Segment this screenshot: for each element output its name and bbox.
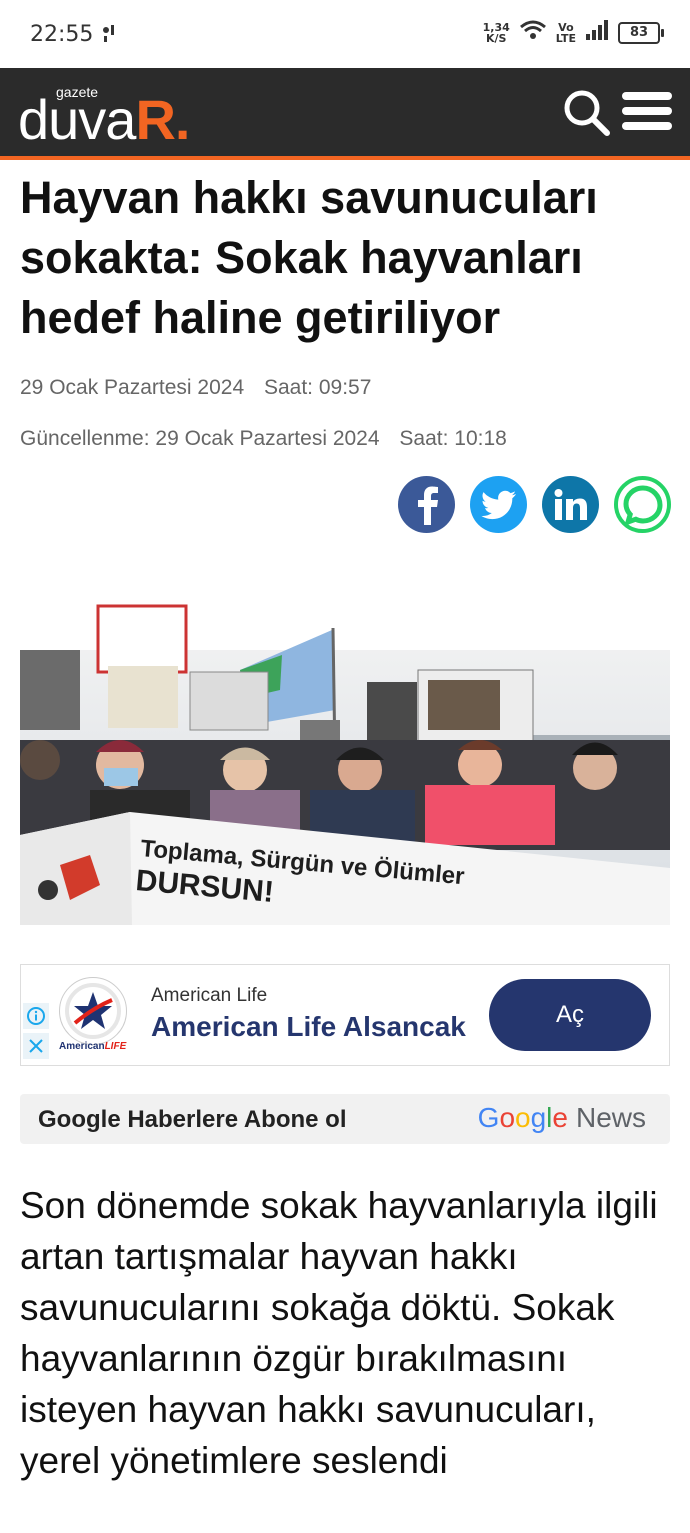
status-time: 22:55 [30, 22, 94, 47]
update-date: Güncellenme: 29 Ocak Pazartesi 2024 Saat… [20, 427, 507, 451]
twitter-icon [480, 490, 516, 519]
network-speed: 1,34 K/S [482, 20, 510, 45]
share-whatsapp-button[interactable] [614, 476, 671, 533]
wifi-icon [519, 20, 546, 45]
ad-logo [59, 977, 127, 1045]
battery-indicator: 83 [618, 21, 664, 44]
logo-wordmark: duvaR. [18, 88, 190, 151]
google-news-logo: Google News [477, 1102, 646, 1133]
notification-icon [100, 22, 120, 50]
update-date-text: Güncellenme: 29 Ocak Pazartesi 2024 [20, 427, 380, 450]
share-facebook-button[interactable] [398, 476, 455, 533]
ad-brand: American Life [151, 985, 268, 1006]
google-news-label: Google Haberlere Abone ol [38, 1106, 347, 1133]
linkedin-icon [554, 488, 587, 520]
publish-time-text: Saat: 09:57 [263, 376, 372, 399]
ad-headline[interactable]: American Life Alsancak [151, 1011, 466, 1043]
ad-open-button[interactable]: Aç [489, 979, 651, 1051]
ad-logo-text: AmericanLIFE [59, 1041, 127, 1052]
google-news-subscribe[interactable]: Google Haberlere Abone ol Google News [20, 1094, 670, 1144]
signal-icon [586, 20, 608, 45]
article-lead: Son dönemde sokak hayvanlarıyla ilgili a… [20, 1185, 658, 1481]
whatsapp-icon [622, 484, 663, 526]
article-title: Hayvan hakkı savunucuları sokakta: Sokak… [20, 172, 598, 343]
publish-date: 29 Ocak Pazartesi 2024 Saat: 09:57 [20, 376, 371, 400]
publish-date-text: 29 Ocak Pazartesi 2024 [20, 376, 245, 399]
ad-close-icon[interactable] [23, 1033, 49, 1059]
site-header: gazete duvaR. [0, 68, 690, 160]
menu-icon[interactable] [622, 92, 672, 136]
search-icon[interactable] [562, 88, 612, 138]
volte-indicator: Vo LTE [555, 20, 576, 45]
ad-info-icon[interactable] [23, 1003, 49, 1029]
article-photo: Toplama, Sürgün ve Ölümler DURSUN! [20, 600, 670, 925]
share-linkedin-button[interactable] [542, 476, 599, 533]
status-bar: 22:55 1,34 K/S Vo LTE 83 [0, 0, 690, 68]
share-twitter-button[interactable] [470, 476, 527, 533]
facebook-icon [417, 486, 438, 525]
update-time-text: Saat: 10:18 [399, 427, 507, 450]
ad-banner[interactable]: AmericanLIFE American Life American Life… [20, 964, 670, 1066]
